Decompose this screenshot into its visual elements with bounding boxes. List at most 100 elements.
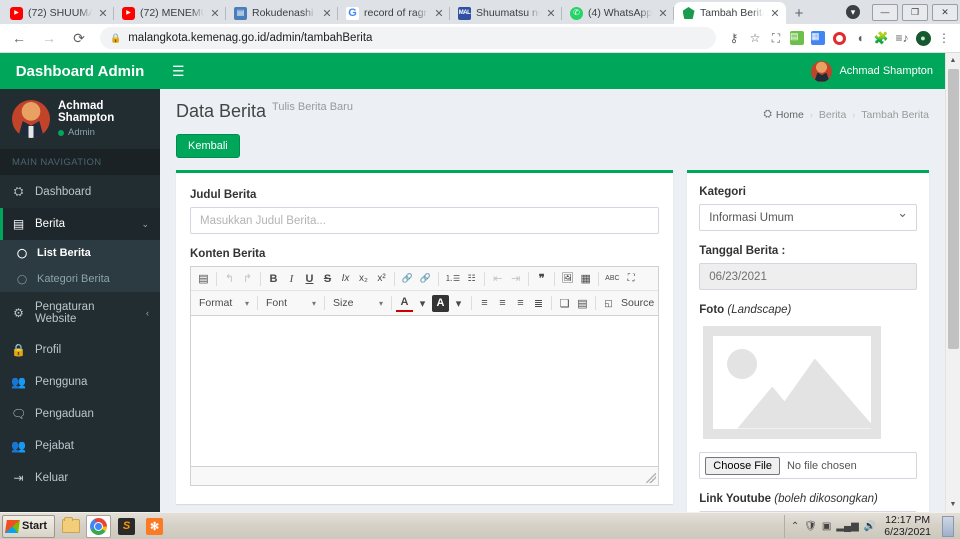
foto-file-input[interactable]: Choose File No file chosen <box>699 452 917 479</box>
sublime-text-icon[interactable]: S <box>114 515 139 538</box>
close-icon[interactable]: ✕ <box>433 7 445 20</box>
sidebar-item-profil[interactable]: 🔒 Profil <box>0 334 160 366</box>
align-right-icon[interactable]: ≡ <box>512 295 529 312</box>
chevron-down-icon[interactable]: ▾ <box>450 295 467 312</box>
navbar-user[interactable]: Achmad Shampton <box>811 60 933 82</box>
back-button[interactable]: Kembali <box>176 134 240 158</box>
close-icon[interactable]: ✕ <box>657 7 669 20</box>
browser-tab[interactable]: (72) MENEMUKAN M ✕ <box>114 2 226 24</box>
close-window-button[interactable]: ✕ <box>932 3 958 21</box>
antivirus-icon[interactable]: 🛡 <box>804 521 817 532</box>
browser-tab[interactable]: (72) SHUUMATSU N ✕ <box>2 2 114 24</box>
show-desktop-button[interactable] <box>942 515 954 537</box>
editor-content-area[interactable] <box>191 316 659 466</box>
superscript-icon[interactable]: x² <box>373 270 390 287</box>
xampp-icon[interactable]: ✻ <box>142 515 167 538</box>
resize-handle[interactable] <box>646 473 657 483</box>
copy-formatting-icon[interactable]: ❏ <box>556 295 573 312</box>
close-icon[interactable]: ✕ <box>209 7 221 20</box>
page-scrollbar[interactable]: ▲ ▼ <box>945 53 960 512</box>
image-icon[interactable]: 🖼 <box>559 270 576 287</box>
sidebar-item-pengguna[interactable]: 👥 Pengguna <box>0 366 160 398</box>
password-key-icon[interactable]: ⚷ <box>724 27 744 49</box>
redo-icon[interactable]: ↱ <box>239 270 256 287</box>
outdent-icon[interactable]: ⇤ <box>489 270 506 287</box>
browser-tab[interactable]: Shuumatsu no Walk ✕ <box>450 2 562 24</box>
forward-icon[interactable]: → <box>36 25 62 51</box>
text-color-icon[interactable]: A <box>396 295 413 312</box>
sidebar-item-kategori-berita[interactable]: ◯ Kategori Berita <box>0 266 160 292</box>
network-icon[interactable]: ▂▄▆ <box>836 521 858 532</box>
menu-toggle-icon[interactable]: ☰ <box>172 63 185 80</box>
sidebar-item-pejabat[interactable]: 👥 Pejabat <box>0 430 160 462</box>
removable-media-icon[interactable]: ▣ <box>822 521 831 532</box>
remove-format-icon[interactable]: Ix <box>337 270 354 287</box>
bookmark-star-icon[interactable]: ☆ <box>745 27 765 49</box>
bulleted-list-icon[interactable]: ☷ <box>463 270 480 287</box>
browser-tab[interactable]: record of ragnarok s ✕ <box>338 2 450 24</box>
browser-tab[interactable]: (4) WhatsApp ✕ <box>562 2 674 24</box>
breadcrumb-home[interactable]: ⛭ Home <box>763 108 803 121</box>
browser-tab-active[interactable]: Tambah Berita ✕ <box>674 2 786 24</box>
playlist-icon[interactable]: ≡♪ <box>892 27 912 49</box>
underline-icon[interactable]: U <box>301 270 318 287</box>
volume-icon[interactable]: 🔊 <box>864 521 876 532</box>
new-tab-button[interactable]: + <box>786 2 812 24</box>
indent-icon[interactable]: ⇥ <box>507 270 524 287</box>
sidebar-item-dashboard[interactable]: ⛭ Dashboard <box>0 175 160 208</box>
start-button[interactable]: Start <box>2 514 56 538</box>
chrome-menu-icon[interactable]: ⋮ <box>934 27 954 49</box>
link-icon[interactable]: 🔗 <box>399 270 416 287</box>
blockquote-icon[interactable]: ❞ <box>533 270 550 287</box>
sidebar-item-pengaturan-website[interactable]: ⚙ Pengaturan Website ‹ <box>0 292 160 334</box>
align-left-icon[interactable]: ≡ <box>476 295 493 312</box>
file-explorer-icon[interactable] <box>58 515 83 538</box>
puzzle-extension-icon[interactable]: 🧩 <box>871 27 891 49</box>
show-hidden-icons-icon[interactable]: ⌃ <box>791 521 799 532</box>
justify-icon[interactable]: ≣ <box>530 295 547 312</box>
back-icon[interactable]: ← <box>6 25 32 51</box>
font-combo[interactable]: Font ▾ <box>262 294 320 312</box>
table-icon[interactable]: ▦ <box>577 270 594 287</box>
screenshot-icon[interactable]: ⛶ <box>766 27 786 49</box>
chrome-icon[interactable] <box>86 514 112 538</box>
size-combo[interactable]: Size ▾ <box>329 294 387 312</box>
maximize-button[interactable]: ❐ <box>902 3 928 21</box>
scroll-down-icon[interactable]: ▼ <box>946 497 960 512</box>
maximize-icon[interactable]: ⛶ <box>623 270 640 287</box>
sidebar-item-pengaduan[interactable]: 🗨 Pengaduan <box>0 398 160 430</box>
undo-icon[interactable]: ↰ <box>221 270 238 287</box>
minimize-button[interactable]: — <box>872 3 898 21</box>
kategori-select[interactable]: Informasi Umum <box>699 204 917 231</box>
strikethrough-icon[interactable]: S <box>319 270 336 287</box>
format-combo[interactable]: Format ▾ <box>195 294 253 312</box>
close-icon[interactable]: ✕ <box>769 7 781 20</box>
close-icon[interactable]: ✕ <box>545 7 557 20</box>
tanggal-input[interactable] <box>699 263 917 290</box>
address-bar[interactable]: 🔒 malangkota.kemenag.go.id/admin/tambahB… <box>100 27 716 49</box>
unlink-icon[interactable]: 🔗 <box>417 270 434 287</box>
sidebar-item-list-berita[interactable]: ◯ List Berita <box>0 240 160 266</box>
tab-search-icon[interactable]: ▾ <box>846 5 860 19</box>
align-center-icon[interactable]: ≡ <box>494 295 511 312</box>
reload-icon[interactable]: ⟳ <box>66 25 92 51</box>
sidebar-item-berita[interactable]: ▤ Berita ⌄ <box>0 208 160 240</box>
insert-template-icon[interactable]: ▤ <box>574 295 591 312</box>
close-icon[interactable]: ✕ <box>321 7 333 20</box>
choose-file-button[interactable]: Choose File <box>705 456 780 475</box>
browser-tab[interactable]: Rokudenashi Majuts ✕ <box>226 2 338 24</box>
italic-icon[interactable]: I <box>283 270 300 287</box>
paste-icon[interactable]: ▤ <box>195 270 212 287</box>
close-icon[interactable]: ✕ <box>97 7 109 20</box>
numbered-list-icon[interactable]: ⒈☰ <box>443 270 462 287</box>
subscript-icon[interactable]: x₂ <box>355 270 372 287</box>
source-icon[interactable]: ◱ <box>600 295 617 312</box>
scrollbar-thumb[interactable] <box>948 69 959 349</box>
judul-input[interactable] <box>190 207 660 234</box>
chevron-down-icon[interactable]: ▾ <box>414 295 431 312</box>
sidebar-item-keluar[interactable]: ⇥ Keluar <box>0 462 160 494</box>
brand-logo[interactable]: Dashboard Admin <box>0 53 160 89</box>
source-label[interactable]: Source <box>618 297 654 309</box>
spellcheck-icon[interactable]: ABC <box>603 270 621 287</box>
bold-icon[interactable]: B <box>265 270 282 287</box>
